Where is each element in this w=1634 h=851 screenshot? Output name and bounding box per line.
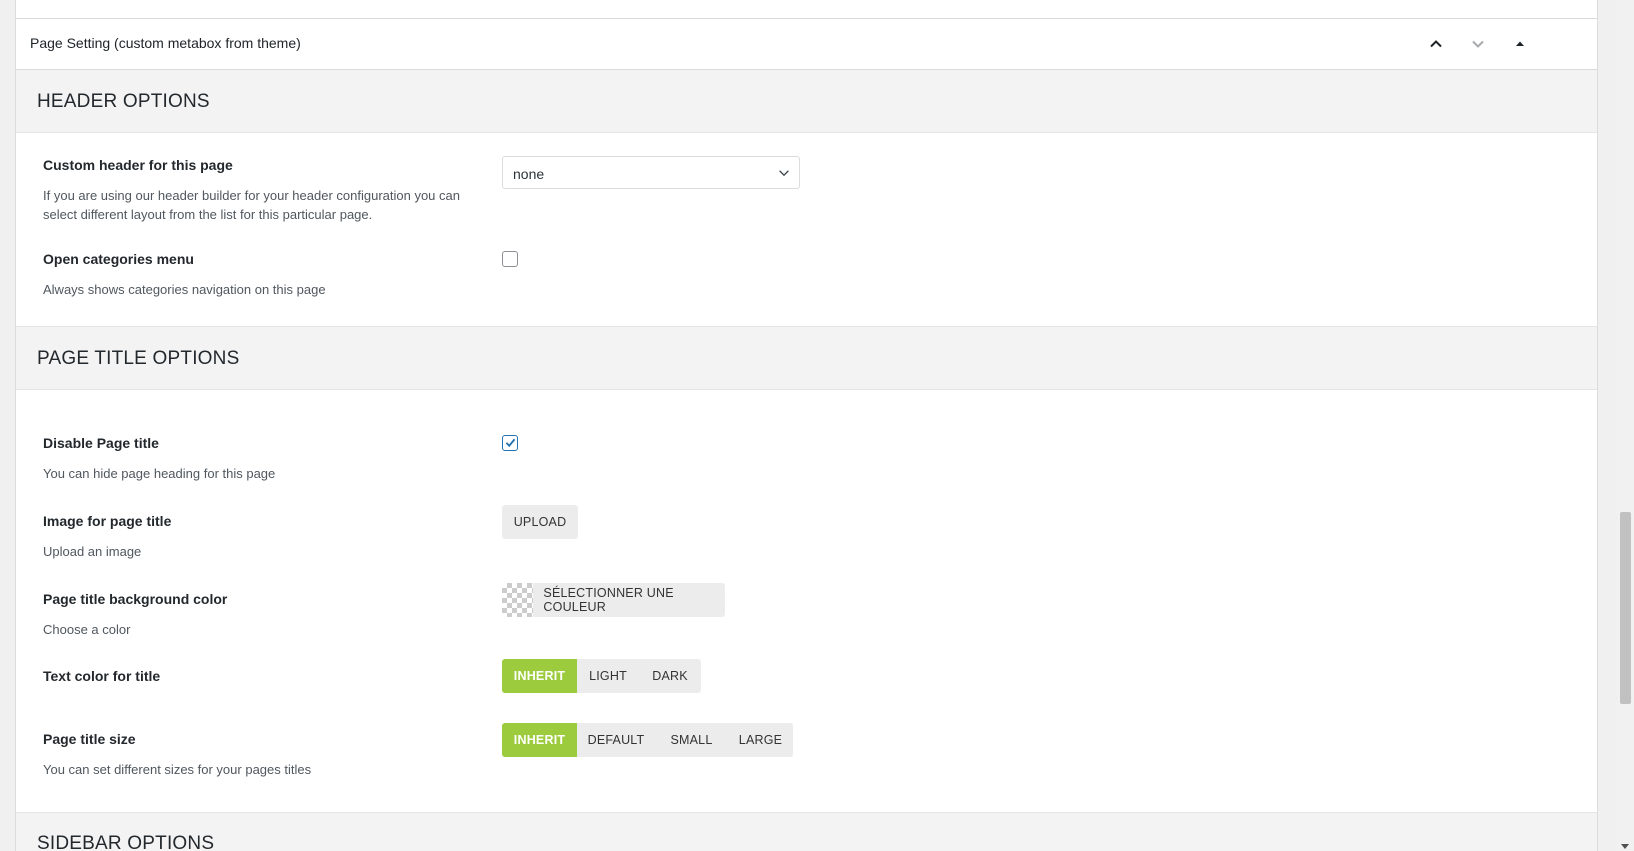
move-up-button[interactable] bbox=[1419, 29, 1453, 59]
custom-header-select[interactable]: none bbox=[502, 156, 800, 189]
custom-header-label: Custom header for this page bbox=[43, 157, 233, 173]
open-categories-label: Open categories menu bbox=[43, 251, 194, 267]
page-title-options-body: Disable Page title You can hide page hea… bbox=[16, 389, 1597, 809]
size-option-small[interactable]: SMALL bbox=[655, 723, 728, 757]
text-color-option-dark[interactable]: DARK bbox=[639, 659, 701, 693]
text-color-segmented: INHERIT LIGHT DARK bbox=[502, 659, 701, 693]
metabox-title: Page Setting (custom metabox from theme) bbox=[30, 35, 301, 51]
section-title: PAGE TITLE OPTIONS bbox=[37, 348, 240, 369]
toggle-panel-button[interactable] bbox=[1503, 29, 1537, 59]
header-options-body: Custom header for this page If you are u… bbox=[16, 127, 1597, 327]
select-color-button[interactable]: SÉLECTIONNER UNE COULEUR bbox=[502, 583, 725, 617]
page-setting-metabox: Page Setting (custom metabox from theme)… bbox=[15, 0, 1598, 851]
disable-page-title-label: Disable Page title bbox=[43, 435, 159, 451]
disable-page-title-description: You can hide page heading for this page bbox=[43, 466, 276, 481]
text-color-option-inherit[interactable]: INHERIT bbox=[502, 659, 577, 693]
open-categories-checkbox[interactable] bbox=[502, 251, 518, 267]
custom-header-select-value: none bbox=[513, 166, 545, 182]
chevron-down-icon bbox=[1472, 40, 1484, 48]
chevron-down-icon bbox=[779, 170, 789, 177]
upload-button[interactable]: UPLOAD bbox=[502, 505, 578, 539]
metabox-header: Page Setting (custom metabox from theme) bbox=[16, 19, 1597, 70]
bg-color-description: Choose a color bbox=[43, 622, 131, 637]
checkmark-icon bbox=[505, 438, 516, 448]
image-page-title-description: Upload an image bbox=[43, 544, 142, 559]
page-title-size-description: You can set different sizes for your pag… bbox=[43, 762, 312, 777]
page-title-size-label: Page title size bbox=[43, 731, 136, 747]
text-color-label: Text color for title bbox=[43, 668, 161, 684]
header-options-section-heading: HEADER OPTIONS bbox=[16, 70, 1597, 133]
disable-page-title-checkbox[interactable] bbox=[502, 435, 518, 451]
page-scrollbar[interactable] bbox=[1617, 0, 1634, 851]
triangle-up-icon bbox=[1516, 41, 1524, 46]
page-title-options-section-heading: PAGE TITLE OPTIONS bbox=[16, 326, 1597, 390]
size-option-large[interactable]: LARGE bbox=[728, 723, 793, 757]
move-down-button[interactable] bbox=[1461, 29, 1495, 59]
select-color-label: SÉLECTIONNER UNE COULEUR bbox=[543, 586, 674, 614]
size-option-inherit[interactable]: INHERIT bbox=[502, 723, 577, 757]
color-swatch bbox=[502, 583, 534, 617]
section-title: SIDEBAR OPTIONS bbox=[37, 833, 215, 851]
scrollbar-thumb[interactable] bbox=[1620, 512, 1631, 704]
chevron-up-icon bbox=[1430, 40, 1442, 48]
section-title: HEADER OPTIONS bbox=[37, 91, 210, 112]
image-page-title-label: Image for page title bbox=[43, 513, 172, 529]
open-categories-description: Always shows categories navigation on th… bbox=[43, 282, 326, 297]
size-option-default[interactable]: DEFAULT bbox=[577, 723, 655, 757]
text-color-option-light[interactable]: LIGHT bbox=[577, 659, 639, 693]
sidebar-options-section-heading: SIDEBAR OPTIONS bbox=[16, 812, 1597, 851]
custom-header-description: If you are using our header builder for … bbox=[43, 188, 460, 222]
bg-color-label: Page title background color bbox=[43, 591, 228, 607]
previous-metabox-edge bbox=[16, 0, 1597, 19]
page-title-size-segmented: INHERIT DEFAULT SMALL LARGE bbox=[502, 723, 793, 757]
scroll-down-arrow-icon[interactable] bbox=[1621, 844, 1629, 849]
